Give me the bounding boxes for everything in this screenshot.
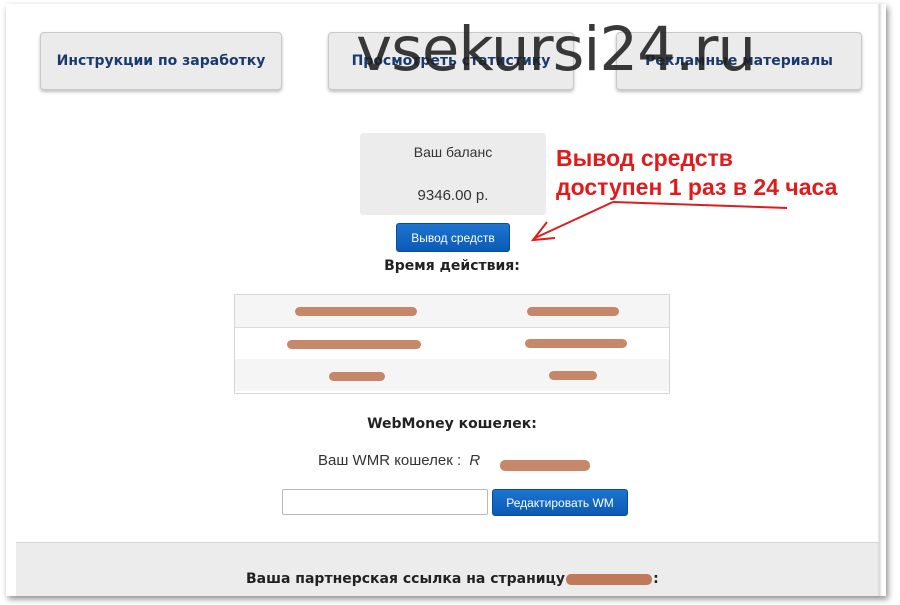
redacted-cell bbox=[527, 307, 619, 316]
redacted-partner-link bbox=[566, 573, 653, 585]
annotation-arrow bbox=[530, 201, 788, 242]
edit-wm-button[interactable]: Редактировать WM bbox=[492, 489, 628, 516]
withdraw-button[interactable]: Вывод средств bbox=[396, 223, 510, 252]
redacted-cell bbox=[287, 340, 421, 349]
partner-link-label: Ваша партнерская ссылка на страницу bbox=[246, 571, 566, 587]
redacted-cell bbox=[295, 307, 417, 316]
page-frame: Инструкции по заработку Просмотреть стат… bbox=[6, 4, 886, 596]
tab-view-statistics[interactable]: Просмотреть статистику bbox=[328, 32, 574, 90]
withdraw-button-label: Вывод средств bbox=[411, 230, 495, 245]
balance-value: 9346.00 р. bbox=[417, 187, 489, 204]
annotation-line-1: Вывод средств bbox=[556, 145, 733, 171]
partner-link-panel: Ваша партнерская ссылка на страницу: bbox=[16, 542, 886, 596]
edit-wm-button-label: Редактировать WM bbox=[506, 495, 614, 510]
redacted-cell bbox=[329, 372, 385, 381]
tab-label: Инструкции по заработку bbox=[56, 53, 266, 69]
balance-label: Ваш баланс bbox=[413, 144, 493, 160]
table-row bbox=[235, 359, 669, 391]
tab-earning-instructions[interactable]: Инструкции по заработку bbox=[40, 32, 282, 90]
wmr-wallet-label: Ваш WMR кошелек : bbox=[318, 452, 462, 469]
partner-link-line: Ваша партнерская ссылка на страницу: bbox=[246, 571, 659, 587]
redacted-wallet-number bbox=[500, 460, 590, 471]
wmr-wallet-prefix: R bbox=[469, 452, 481, 469]
webmoney-heading: WebMoney кошелек: bbox=[367, 416, 537, 432]
table-row bbox=[235, 295, 669, 328]
tab-label: Рекламные материалы bbox=[645, 53, 833, 69]
wmr-wallet-line: Ваш WMR кошелек : R bbox=[318, 452, 480, 469]
tab-ad-materials[interactable]: Рекламные материалы bbox=[616, 32, 862, 90]
redacted-cell bbox=[549, 371, 597, 380]
tab-label: Просмотреть статистику bbox=[351, 53, 551, 69]
balance-panel: Ваш баланс 9346.00 р. bbox=[360, 133, 546, 215]
wm-wallet-input[interactable] bbox=[282, 489, 488, 515]
validity-table bbox=[234, 294, 670, 394]
partner-link-suffix: : bbox=[653, 571, 659, 587]
validity-heading: Время действия: bbox=[384, 258, 520, 274]
redacted-cell bbox=[525, 339, 627, 348]
table-row bbox=[235, 327, 669, 360]
torn-edge bbox=[870, 4, 886, 596]
